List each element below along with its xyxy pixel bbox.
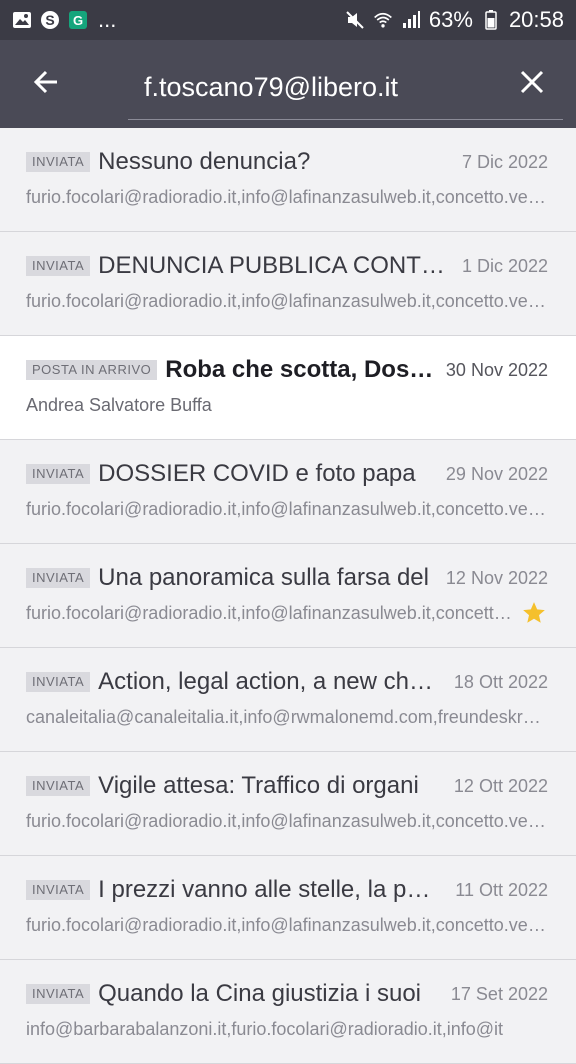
message-header: INVIATA DOSSIER COVID e foto papa 29 Nov 2… (26, 458, 548, 490)
message-preview: info@barbarabalanzoni.it,furio.focolari@… (26, 1016, 548, 1042)
status-overflow: ... (98, 7, 117, 32)
message-row[interactable]: INVIATA Vigile attesa: Traffico di organi… (0, 752, 576, 856)
status-left-icons: S G ... (12, 7, 117, 32)
skype-icon: S (40, 10, 60, 30)
message-subject: Action, legal action, a new chapter (98, 668, 442, 695)
message-date: 17 Set 2022 (450, 983, 548, 1004)
message-preview: furio.focolari@radioradio.it,info@lafina… (26, 808, 548, 834)
message-header: INVIATA Quando la Cina giustizia i suoi 17… (26, 978, 548, 1010)
signal-icon (401, 10, 421, 30)
message-subject: I prezzi vanno alle stelle, la povertà (98, 876, 444, 903)
folder-badge: INVIATA (26, 256, 91, 276)
message-recipients: furio.focolari@radioradio.it,info@lafina… (26, 914, 548, 935)
svg-text:S: S (45, 12, 54, 28)
battery-icon (481, 10, 501, 30)
folder-badge: INVIATA (26, 464, 91, 484)
message-recipients: furio.focolari@radioradio.it,info@lafina… (26, 602, 512, 623)
message-date: 1 Dic 2022 (461, 255, 548, 276)
status-bar: S G ... 63% 20:58 (0, 0, 576, 40)
message-preview: furio.focolari@radioradio.it,info@lafina… (26, 184, 548, 210)
folder-badge: INVIATA (26, 984, 91, 1004)
clear-search-button[interactable] (508, 60, 556, 108)
message-preview: furio.focolari@radioradio.it,info@lafina… (26, 288, 548, 314)
message-preview: furio.focolari@radioradio.it,info@lafina… (26, 600, 548, 626)
message-preview: furio.focolari@radioradio.it,info@lafina… (26, 496, 548, 522)
message-recipients: furio.focolari@radioradio.it,info@lafina… (26, 498, 548, 519)
message-recipients: info@barbarabalanzoni.it,furio.focolari@… (26, 1018, 504, 1039)
message-subject: Roba che scotta, Dossier (165, 356, 434, 383)
message-date: 29 Nov 2022 (445, 463, 548, 484)
message-recipients: canaleitalia@canaleitalia.it,info@rwmalo… (26, 706, 548, 727)
message-header: INVIATA Una panoramica sulla farsa del 12 … (26, 562, 548, 594)
folder-badge: INVIATA (26, 880, 91, 900)
message-list: INVIATA Nessuno denuncia? 7 Dic 2022 furio.… (0, 128, 576, 1064)
message-subject: Nessuno denuncia? (98, 148, 311, 175)
message-header: INVIATA Nessuno denuncia? 7 Dic 2022 (26, 146, 548, 178)
message-row[interactable]: INVIATA DOSSIER COVID e foto papa 29 Nov 2… (0, 440, 576, 544)
folder-badge: POSTA IN ARRIVO (26, 360, 158, 380)
folder-badge: INVIATA (26, 776, 91, 796)
message-row[interactable]: INVIATA Quando la Cina giustizia i suoi 17… (0, 960, 576, 1064)
message-header: POSTA IN ARRIVO Roba che scotta, Dossier 3… (26, 354, 548, 386)
grammarly-icon: G (68, 10, 88, 30)
close-icon (519, 69, 545, 100)
message-preview: Andrea Salvatore Buffa (26, 392, 548, 418)
image-icon (12, 10, 32, 30)
back-button[interactable] (22, 60, 70, 108)
message-recipients: furio.focolari@radioradio.it,info@lafina… (26, 810, 548, 831)
star-icon[interactable] (520, 599, 548, 627)
message-date: 18 Ott 2022 (453, 671, 548, 692)
message-recipients: furio.focolari@radioradio.it,info@lafina… (26, 290, 548, 311)
message-date: 30 Nov 2022 (445, 359, 548, 380)
folder-badge: INVIATA (26, 152, 91, 172)
message-row[interactable]: INVIATA DENUNCIA PUBBLICA CONTRO 1 Dic 202… (0, 232, 576, 336)
message-preview: canaleitalia@canaleitalia.it,info@rwmalo… (26, 704, 548, 730)
message-header: INVIATA DENUNCIA PUBBLICA CONTRO 1 Dic 202… (26, 250, 548, 282)
message-subject: Vigile attesa: Traffico di organi (98, 772, 419, 799)
search-field (128, 58, 563, 120)
message-row[interactable]: INVIATA Action, legal action, a new chapt… (0, 648, 576, 752)
arrow-left-icon (32, 68, 60, 101)
message-header: INVIATA Action, legal action, a new chapt… (26, 666, 548, 698)
message-preview: furio.focolari@radioradio.it,info@lafina… (26, 912, 548, 938)
message-date: 11 Ott 2022 (455, 879, 548, 900)
message-date: 7 Dic 2022 (461, 151, 548, 172)
message-row[interactable]: INVIATA Una panoramica sulla farsa del 12 … (0, 544, 576, 648)
message-date: 12 Nov 2022 (445, 567, 548, 588)
battery-percent: 63% (428, 7, 473, 32)
status-right: 63% 20:58 (345, 7, 564, 33)
folder-badge: INVIATA (26, 672, 91, 692)
wifi-icon (373, 10, 393, 30)
message-row[interactable]: POSTA IN ARRIVO Roba che scotta, Dossier 3… (0, 336, 576, 440)
message-header: INVIATA I prezzi vanno alle stelle, la po… (26, 874, 548, 906)
search-app-bar (0, 40, 576, 128)
message-subject: Quando la Cina giustizia i suoi (98, 980, 421, 1007)
mute-icon (345, 10, 365, 30)
message-row[interactable]: INVIATA I prezzi vanno alle stelle, la po… (0, 856, 576, 960)
folder-badge: INVIATA (26, 568, 91, 588)
message-row[interactable]: INVIATA Nessuno denuncia? 7 Dic 2022 furio.… (0, 128, 576, 232)
search-input[interactable] (142, 66, 506, 108)
svg-text:G: G (73, 13, 83, 28)
message-recipients: furio.focolari@radioradio.it,info@lafina… (26, 186, 548, 207)
message-subject: DENUNCIA PUBBLICA CONTRO (98, 252, 450, 279)
message-recipients: Andrea Salvatore Buffa (26, 394, 212, 415)
message-header: INVIATA Vigile attesa: Traffico di organi… (26, 770, 548, 802)
message-date: 12 Ott 2022 (453, 775, 548, 796)
clock: 20:58 (508, 7, 564, 32)
message-subject: Una panoramica sulla farsa del (98, 564, 429, 591)
message-subject: DOSSIER COVID e foto papa (98, 460, 416, 487)
